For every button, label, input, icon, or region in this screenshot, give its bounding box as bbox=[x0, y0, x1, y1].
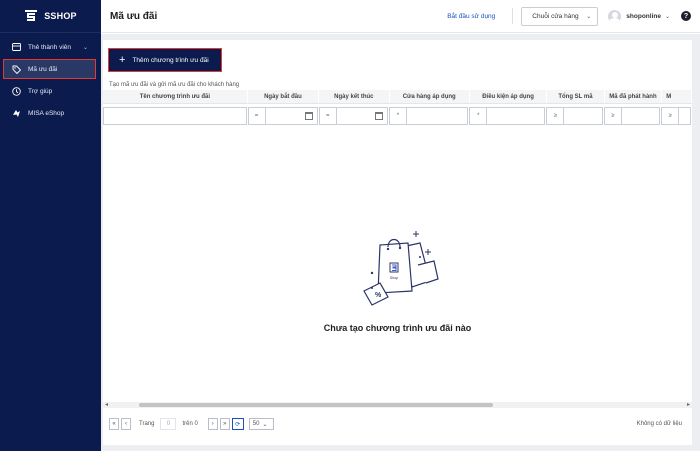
column-header[interactable]: Điều kiện áp dụng bbox=[470, 90, 548, 103]
sidebar-item-label: MISA eShop bbox=[28, 109, 65, 117]
sshop-logo-icon bbox=[25, 10, 38, 21]
date-input[interactable] bbox=[266, 108, 317, 124]
filter-input[interactable] bbox=[104, 108, 246, 124]
chevron-down-icon: ⌄ bbox=[586, 13, 592, 20]
promotion-grid: Tên chương trình ưu đãi Ngày bắt đầu Ngà… bbox=[103, 90, 692, 131]
page-size-value: 50 bbox=[252, 421, 260, 427]
chevron-down-icon: ⌄ bbox=[83, 44, 89, 51]
column-header[interactable]: Ngày bắt đầu bbox=[248, 90, 320, 103]
filter-name-input[interactable] bbox=[103, 107, 247, 125]
page-description: Tạo mã ưu đãi và gửi mã ưu đãi cho khách… bbox=[109, 82, 240, 88]
store-chain-select[interactable]: Chuỗi cửa hàng ⌄ bbox=[521, 6, 599, 26]
calendar-icon[interactable] bbox=[304, 112, 313, 120]
sidebar-item-help[interactable]: Trợ giúp bbox=[0, 80, 101, 102]
misa-logo-icon bbox=[12, 109, 21, 118]
column-header[interactable]: Cửa hàng áp dụng bbox=[390, 90, 470, 103]
avatar[interactable] bbox=[608, 9, 622, 23]
page-size-select[interactable]: 50 ⌄ bbox=[248, 418, 274, 430]
filter-operator[interactable]: * bbox=[470, 108, 488, 124]
first-page-icon[interactable]: « bbox=[109, 418, 119, 430]
column-header[interactable]: M bbox=[662, 90, 692, 103]
column-header[interactable]: Ngày kết thúc bbox=[319, 90, 390, 103]
brand[interactable]: SSHOP bbox=[0, 0, 101, 33]
content-panel: + Thêm chương trình ưu đãi Tạo mã ưu đãi… bbox=[103, 40, 692, 445]
bag-text: Shop bbox=[389, 276, 397, 280]
filter-total-codes[interactable]: ≥ bbox=[546, 107, 603, 125]
filter-operator[interactable]: = bbox=[249, 108, 266, 124]
prev-page-icon[interactable]: ‹ bbox=[121, 418, 131, 430]
scrollbar-thumb[interactable] bbox=[139, 403, 493, 407]
empty-message: Chưa tạo chương trình ưu đãi nào bbox=[323, 323, 472, 333]
page-label: Trang bbox=[139, 421, 155, 427]
sidebar-item-member-card[interactable]: Thẻ thành viên ⌄ bbox=[0, 36, 101, 58]
add-promotion-button[interactable]: + Thêm chương trình ưu đãi bbox=[107, 47, 223, 73]
filter-store[interactable]: * bbox=[389, 107, 469, 125]
header-actions: Bắt đầu sử dụng Chuỗi cửa hàng ⌄ shoponl… bbox=[447, 0, 700, 32]
calendar-icon[interactable] bbox=[375, 112, 384, 120]
filter-operator[interactable]: ≥ bbox=[547, 108, 565, 124]
filter-input[interactable] bbox=[564, 108, 601, 124]
page-total: trên 0 bbox=[182, 421, 198, 427]
filter-operator[interactable]: ≥ bbox=[605, 108, 622, 124]
no-data-text: Không có dữ liệu bbox=[636, 421, 682, 427]
sidebar-item-misa-eshop[interactable]: MISA eShop bbox=[0, 102, 101, 124]
filter-row: = = * * ≥ ≥ ≥ bbox=[103, 107, 692, 125]
scroll-left-icon[interactable]: ◂ bbox=[105, 401, 108, 408]
date-input[interactable] bbox=[337, 108, 387, 124]
filter-issued-codes[interactable]: ≥ bbox=[603, 107, 661, 125]
next-page-icon[interactable]: › bbox=[207, 418, 218, 430]
page-title: Mã ưu đãi bbox=[110, 10, 158, 22]
filter-operator[interactable]: * bbox=[390, 108, 408, 124]
filter-input[interactable] bbox=[407, 108, 467, 124]
sidebar-nav: Thẻ thành viên ⌄ Mã ưu đãi Trợ giúp MISA… bbox=[0, 33, 101, 124]
column-header[interactable]: Tên chương trình ưu đãi bbox=[103, 90, 248, 103]
chevron-down-icon[interactable]: ⌄ bbox=[665, 13, 670, 20]
filter-start-date[interactable]: = bbox=[247, 107, 318, 125]
horizontal-scrollbar[interactable]: ◂ ▸ bbox=[103, 402, 692, 408]
refresh-icon[interactable]: ⟳ bbox=[231, 418, 244, 430]
add-promotion-label: Thêm chương trình ưu đãi bbox=[132, 56, 209, 64]
sidebar-item-label: Thẻ thành viên bbox=[28, 43, 72, 51]
filter-operator[interactable]: = bbox=[320, 108, 337, 124]
page-number-input[interactable]: 0 bbox=[160, 418, 177, 430]
filter-operator[interactable]: ≥ bbox=[662, 108, 680, 124]
grid-header: Tên chương trình ưu đãi Ngày bắt đầu Ngà… bbox=[103, 90, 692, 104]
shopping-bag-illustration-icon: Shop % bbox=[362, 231, 439, 306]
filter-end-date[interactable]: = bbox=[318, 107, 389, 125]
sidebar-item-label: Trợ giúp bbox=[28, 87, 53, 95]
sidebar: SSHOP Thẻ thành viên ⌄ Mã ưu đãi Trợ giú… bbox=[0, 0, 101, 451]
filter-input[interactable] bbox=[622, 108, 659, 124]
main-content: + Thêm chương trình ưu đãi Tạo mã ưu đãi… bbox=[101, 34, 700, 451]
empty-state: Shop % Chưa tạo chương trình ưu đãi nào bbox=[103, 225, 692, 333]
svg-text:%: % bbox=[375, 292, 382, 299]
column-header[interactable]: Mã đã phát hành bbox=[605, 90, 663, 103]
store-chain-select-value: Chuỗi cửa hàng bbox=[532, 12, 579, 20]
top-header: Mã ưu đãi Bắt đầu sử dụng Chuỗi cửa hàng… bbox=[101, 0, 700, 33]
last-page-icon[interactable]: » bbox=[219, 418, 230, 430]
help-circle-icon bbox=[12, 86, 21, 96]
help-icon[interactable]: ? bbox=[681, 11, 691, 21]
scroll-right-icon[interactable]: ▸ bbox=[687, 401, 690, 408]
column-header[interactable]: Tổng SL mã bbox=[547, 90, 605, 103]
tag-icon bbox=[12, 65, 21, 74]
pagination: « ‹ Trang 0 trên 0 › » ⟳ 50 ⌄ Không có d… bbox=[103, 414, 692, 434]
brand-name: SSHOP bbox=[44, 11, 77, 21]
user-menu[interactable]: shoponline bbox=[626, 13, 661, 20]
header-divider bbox=[512, 8, 514, 24]
filter-input[interactable] bbox=[679, 108, 690, 124]
card-icon bbox=[12, 43, 21, 52]
filter-extra[interactable]: ≥ bbox=[661, 107, 692, 125]
filter-input[interactable] bbox=[487, 108, 544, 124]
get-started-link[interactable]: Bắt đầu sử dụng bbox=[447, 13, 495, 20]
filter-condition[interactable]: * bbox=[469, 107, 546, 125]
sidebar-item-label: Mã ưu đãi bbox=[28, 65, 58, 73]
chevron-down-icon: ⌄ bbox=[262, 421, 268, 428]
sidebar-item-promo-code[interactable]: Mã ưu đãi bbox=[3, 59, 96, 79]
plus-icon: + bbox=[119, 53, 126, 66]
